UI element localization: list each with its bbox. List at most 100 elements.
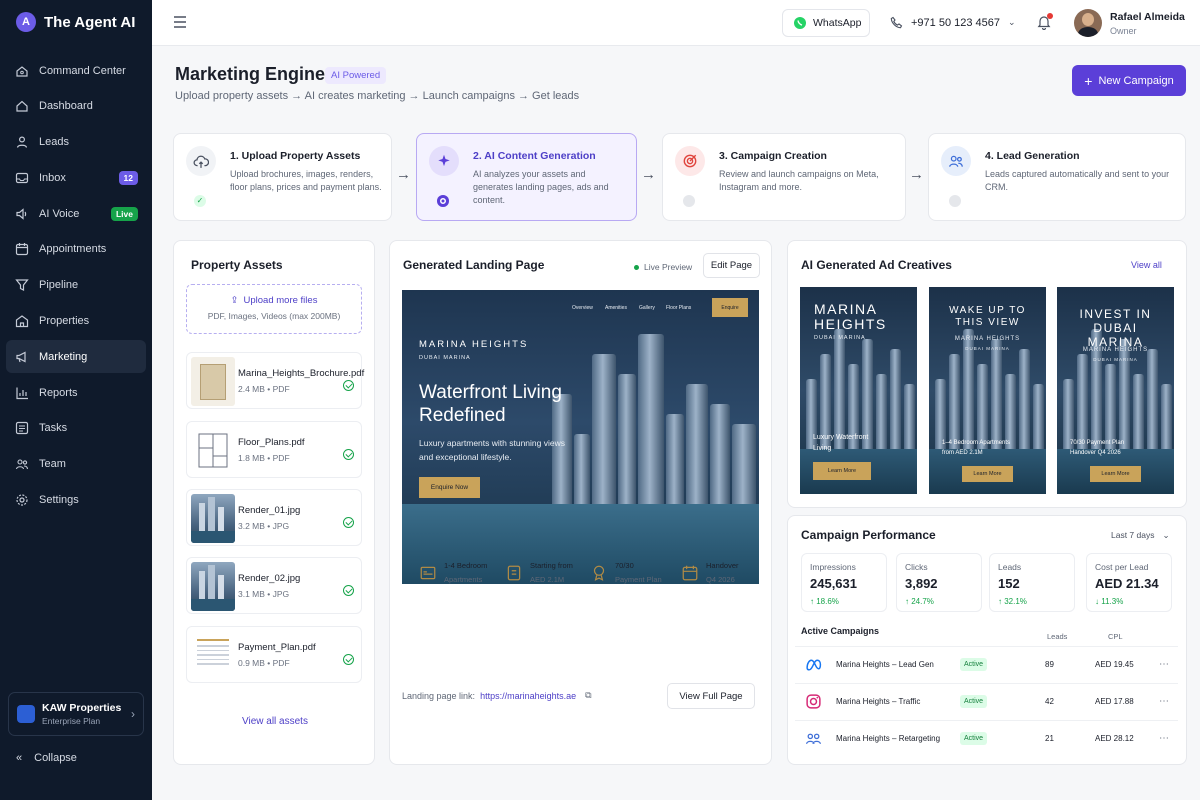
edit-page-button[interactable]: Edit Page xyxy=(703,253,760,278)
chevron-down-icon: ⌄ xyxy=(1162,530,1170,540)
sidebar-item-pipeline[interactable]: Pipeline xyxy=(6,269,146,302)
preview-nav-overview: Overview xyxy=(572,305,593,311)
table-row[interactable]: Marina Heights – Lead Gen Active 89 AED … xyxy=(795,646,1178,681)
sidebar-item-properties[interactable]: Properties xyxy=(6,305,146,338)
asset-item[interactable]: Floor_Plans.pdf 1.8 MB • PDF xyxy=(186,421,362,478)
phone-selector[interactable]: +971 50 123 4567 ⌄ xyxy=(890,16,1016,29)
property-assets-title: Property Assets xyxy=(191,258,283,272)
campaign-cpl: AED 17.88 xyxy=(1095,696,1134,706)
chevron-down-icon: ⌄ xyxy=(1008,17,1016,27)
sidebar-item-marketing[interactable]: Marketing xyxy=(6,340,146,374)
arrow-right-icon: → xyxy=(396,166,411,183)
collapse-button[interactable]: « Collapse xyxy=(16,752,77,764)
sidebar-item-team[interactable]: Team xyxy=(6,448,146,481)
ad-creatives-title: AI Generated Ad Creatives xyxy=(801,258,952,272)
bed-icon xyxy=(420,566,436,579)
metric-label: Clicks xyxy=(905,562,928,572)
status-badge: Active xyxy=(960,694,988,708)
step-title: 4. Lead Generation xyxy=(985,150,1080,162)
sidebar-item-appointments[interactable]: Appointments xyxy=(6,233,146,266)
preview-enquire-button: Enquire xyxy=(712,298,748,317)
step-card-4[interactable]: 4. Lead Generation Leads captured automa… xyxy=(928,133,1186,221)
upload-label[interactable]: Upload more files xyxy=(244,295,318,306)
property-assets-panel: Property Assets ⇪ Upload more files PDF,… xyxy=(173,240,375,765)
asset-item[interactable]: Marina_Heights_Brochure.pdf 2.4 MB • PDF xyxy=(186,352,364,409)
asset-item[interactable]: Payment_Plan.pdf 0.9 MB • PDF xyxy=(186,626,362,683)
landing-preview-hero: Overview Amenities Gallery Floor Plans E… xyxy=(402,290,759,584)
ad-subline: DUBAI MARINA xyxy=(965,346,1010,351)
campaign-cpl: AED 19.45 xyxy=(1095,659,1134,669)
check-circle-icon xyxy=(343,585,354,596)
more-options-icon[interactable]: ⋯ xyxy=(1159,733,1169,744)
asset-type: PDF xyxy=(272,453,290,463)
workspace-switcher[interactable]: KAW Properties Enterprise Plan › xyxy=(8,692,144,736)
view-all-ads-link[interactable]: View all xyxy=(1131,260,1162,270)
asset-item[interactable]: Render_01.jpg 3.2 MB • JPG xyxy=(186,489,362,546)
sidebar-item-reports[interactable]: Reports xyxy=(6,376,146,409)
landing-link-label: Landing page link: xyxy=(402,690,476,701)
page-subtitle: Upload property assets → AI creates mark… xyxy=(175,90,580,102)
view-full-page-button[interactable]: View Full Page xyxy=(667,683,755,709)
asset-thumbnail xyxy=(191,357,235,406)
sidebar-item-command-center[interactable]: Command Center xyxy=(6,54,146,87)
sparkle-icon xyxy=(429,146,459,176)
instagram-icon xyxy=(804,693,822,710)
menu-icon[interactable] xyxy=(173,16,187,28)
sidebar-item-dashboard[interactable]: Dashboard xyxy=(6,90,146,123)
feature-line-2: Apartments xyxy=(444,575,483,584)
sidebar-item-label: Settings xyxy=(39,494,79,507)
sidebar-item-leads[interactable]: Leads xyxy=(6,126,146,159)
asset-item[interactable]: Render_02.jpg 3.1 MB • JPG xyxy=(186,557,362,614)
more-options-icon[interactable]: ⋯ xyxy=(1159,696,1169,707)
upload-dropzone[interactable]: ⇪ Upload more files PDF, Images, Videos … xyxy=(186,284,362,334)
arrow-down-icon: ↓ xyxy=(1095,597,1099,606)
campaign-name: Marina Heights – Retargeting xyxy=(836,733,941,743)
landing-feature: 1-4 Bedroom Apartments xyxy=(419,561,487,584)
sidebar-item-ai-voice[interactable]: AI Voice Live xyxy=(6,197,146,230)
ai-powered-badge: AI Powered xyxy=(325,67,387,84)
date-range-select[interactable]: Last 7 days ⌄ xyxy=(1111,530,1170,541)
sidebar-item-tasks[interactable]: Tasks xyxy=(6,412,146,445)
upload-icon: ⇪ xyxy=(230,295,239,306)
campaign-performance-title: Campaign Performance xyxy=(801,528,936,542)
user-menu[interactable]: Rafael Almeida Owner xyxy=(1074,9,1185,37)
new-campaign-button[interactable]: + New Campaign xyxy=(1072,65,1186,96)
sidebar-item-label: Inbox xyxy=(39,171,66,184)
landing-link-url[interactable]: https://marinaheights.ae xyxy=(480,691,576,701)
whatsapp-button[interactable]: WhatsApp xyxy=(782,9,870,37)
more-options-icon[interactable]: ⋯ xyxy=(1159,659,1169,670)
view-all-assets-link[interactable]: View all assets xyxy=(242,716,308,727)
sidebar-item-settings[interactable]: Settings xyxy=(6,484,146,517)
ad-creative[interactable]: INVEST IN DUBAI MARINA MARINA HEIGHTS DU… xyxy=(1057,287,1174,494)
pending-step-dot xyxy=(949,195,961,207)
dashboard-icon xyxy=(16,100,28,112)
payment-plan-icon xyxy=(593,565,605,581)
sidebar-item-label: Reports xyxy=(39,386,78,399)
sidebar-item-label: Properties xyxy=(39,315,90,328)
step-card-1[interactable]: 1. Upload Property Assets Upload brochur… xyxy=(173,133,392,221)
table-row[interactable]: Marina Heights – Traffic Active 42 AED 1… xyxy=(795,683,1178,718)
landing-feature: Handover Q4 2026 xyxy=(681,561,739,584)
ad-creative[interactable]: WAKE UP TO THIS VIEW MARINA HEIGHTS DUBA… xyxy=(929,287,1046,494)
metric-value: 3,892 xyxy=(905,576,938,591)
table-row[interactable]: Marina Heights – Retargeting Active 21 A… xyxy=(795,720,1178,755)
check-circle-icon xyxy=(343,380,354,391)
asset-name: Payment_Plan.pdf xyxy=(238,642,316,653)
notifications-button[interactable] xyxy=(1037,13,1053,30)
price-tag-icon xyxy=(507,565,521,580)
step-card-2[interactable]: 2. AI Content Generation AI analyzes you… xyxy=(416,133,637,221)
ad-creative[interactable]: MARINA HEIGHTS DUBAI MARINA Luxury Water… xyxy=(800,287,917,494)
step-card-3[interactable]: 3. Campaign Creation Review and launch c… xyxy=(662,133,906,221)
app-logo[interactable]: A The Agent AI xyxy=(16,12,135,32)
sidebar-item-inbox[interactable]: Inbox 12 xyxy=(6,161,146,194)
double-chevron-left-icon: « xyxy=(16,752,23,764)
metric-delta: ↑ 24.7% xyxy=(905,597,981,606)
metric-card: Clicks 3,892 ↑ 24.7% xyxy=(896,553,982,612)
asset-size: 1.8 MB xyxy=(238,453,265,463)
preview-nav-amenities: Amenities xyxy=(605,305,627,311)
inbox-icon xyxy=(15,172,29,183)
whatsapp-icon xyxy=(794,17,806,29)
ad-brand: MARINA HEIGHTS xyxy=(954,336,1021,342)
copy-icon[interactable]: ⧉ xyxy=(585,690,591,701)
phone-number: +971 50 123 4567 xyxy=(911,16,1001,29)
